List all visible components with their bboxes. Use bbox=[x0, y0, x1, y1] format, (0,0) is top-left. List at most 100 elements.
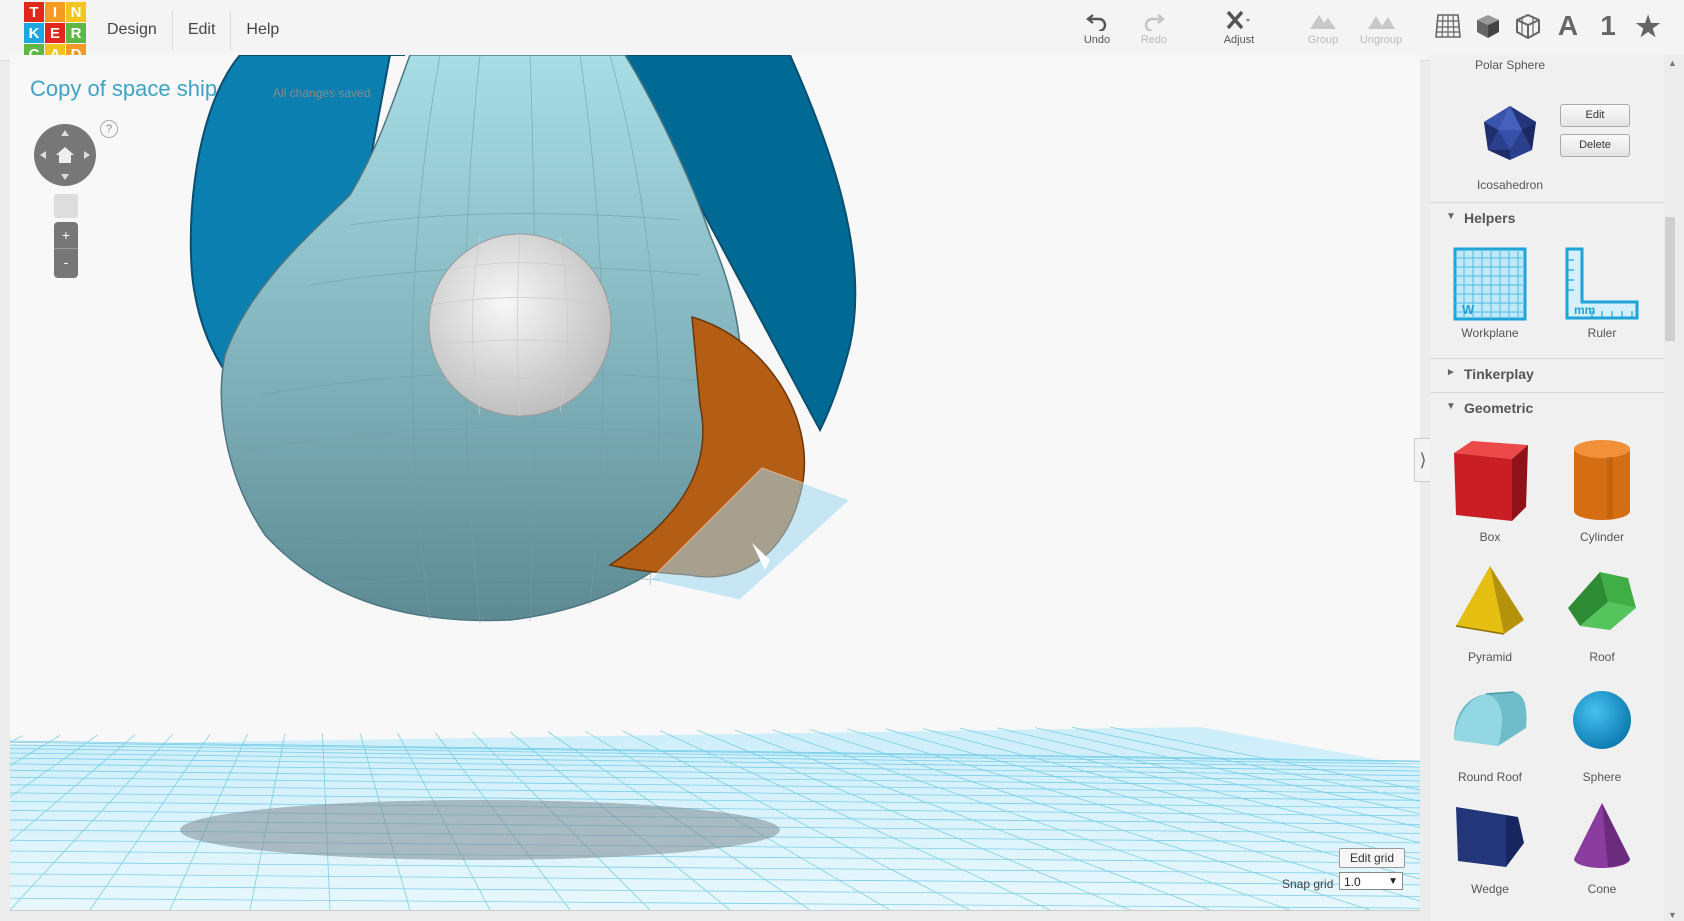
wireframe-cube-icon[interactable] bbox=[1512, 10, 1544, 42]
help-icon[interactable]: ? bbox=[100, 120, 118, 138]
sphere-label: Sphere bbox=[1582, 770, 1622, 784]
snap-grid-label: Snap grid bbox=[1282, 877, 1334, 891]
workplane-icon: W bbox=[1434, 244, 1546, 324]
top-toolbar: TINKERCAD Design Edit Help Undo Redo Adj… bbox=[0, 0, 1684, 64]
snap-grid-select[interactable]: 1.0 ▼ bbox=[1339, 872, 1403, 890]
section-geometric-label: Geometric bbox=[1464, 400, 1534, 416]
logo-tile: T bbox=[24, 2, 44, 22]
adjust-label: Adjust bbox=[1223, 34, 1255, 46]
view-toolbar: A 1 ★ bbox=[1432, 10, 1664, 42]
section-geometric[interactable]: ▼ Geometric bbox=[1430, 392, 1664, 425]
ungroup-label: Ungroup bbox=[1359, 34, 1403, 46]
grid-view-icon[interactable] bbox=[1432, 10, 1464, 42]
adjust-icon bbox=[1209, 8, 1269, 34]
ruler-icon: mm bbox=[1546, 244, 1658, 324]
view-cube-icon[interactable] bbox=[54, 194, 78, 218]
collapsed-triangle-icon: ► bbox=[1446, 367, 1456, 378]
scrollbar-thumb[interactable] bbox=[1665, 217, 1675, 341]
shape-cone[interactable]: Cone bbox=[1546, 792, 1658, 896]
shape-pyramid[interactable]: Pyramid bbox=[1434, 552, 1546, 664]
workplane-label: Workplane bbox=[1461, 326, 1519, 340]
edit-grid-button[interactable]: Edit grid bbox=[1339, 848, 1405, 868]
svg-text:W: W bbox=[1462, 302, 1475, 317]
solid-cube-icon[interactable] bbox=[1472, 10, 1504, 42]
design-canvas[interactable] bbox=[10, 55, 1420, 911]
logo-tile: E bbox=[45, 23, 65, 43]
shadow bbox=[180, 800, 780, 860]
group-label: Group bbox=[1307, 34, 1339, 46]
roof-icon bbox=[1546, 552, 1658, 648]
zoom-in-button[interactable]: + bbox=[54, 222, 78, 248]
wedge-icon bbox=[1434, 792, 1546, 880]
collapse-panel-button[interactable]: ⟩ bbox=[1414, 438, 1431, 482]
scroll-down-icon[interactable]: ▼ bbox=[1668, 910, 1677, 920]
cone-icon bbox=[1546, 792, 1658, 880]
expanded-triangle-icon: ▼ bbox=[1446, 211, 1456, 222]
logo-tile: I bbox=[45, 2, 65, 22]
section-helpers[interactable]: ▼ Helpers bbox=[1430, 202, 1664, 235]
section-helpers-label: Helpers bbox=[1464, 210, 1516, 226]
icosahedron-thumbnail[interactable] bbox=[1480, 104, 1540, 167]
ungroup-button[interactable]: Ungroup bbox=[1351, 8, 1411, 52]
dropdown-arrow-icon: ▼ bbox=[1388, 876, 1398, 887]
logo-tile: R bbox=[66, 23, 86, 43]
ruler-label: Ruler bbox=[1587, 326, 1617, 340]
cylinder-icon bbox=[1546, 432, 1658, 528]
undo-button[interactable]: Undo bbox=[1067, 8, 1127, 52]
menu-design[interactable]: Design bbox=[92, 10, 173, 50]
cockpit-sphere[interactable] bbox=[428, 233, 612, 417]
orbit-control[interactable] bbox=[34, 124, 96, 186]
snap-grid-value: 1.0 bbox=[1344, 875, 1361, 889]
scroll-up-icon[interactable]: ▲ bbox=[1668, 58, 1677, 68]
star-icon[interactable]: ★ bbox=[1632, 10, 1664, 42]
box-label: Box bbox=[1479, 530, 1501, 544]
edit-shape-button[interactable]: Edit bbox=[1560, 104, 1630, 127]
undo-icon bbox=[1067, 8, 1127, 34]
number-shape-icon[interactable]: 1 bbox=[1592, 10, 1624, 42]
shape-workplane[interactable]: W Workplane bbox=[1434, 244, 1546, 340]
pyramid-icon bbox=[1434, 552, 1546, 648]
redo-icon bbox=[1124, 8, 1184, 34]
redo-label: Redo bbox=[1140, 34, 1168, 46]
zoom-control: + - bbox=[54, 222, 78, 278]
wedge-label: Wedge bbox=[1471, 882, 1509, 896]
delete-shape-button[interactable]: Delete bbox=[1560, 134, 1630, 157]
pyramid-label: Pyramid bbox=[1467, 650, 1512, 664]
panel-scrollbar[interactable]: ▲ ▼ bbox=[1664, 55, 1684, 921]
redo-button[interactable]: Redo bbox=[1124, 8, 1184, 52]
svg-text:mm: mm bbox=[1574, 303, 1595, 317]
undo-label: Undo bbox=[1083, 34, 1111, 46]
adjust-button[interactable]: Adjust bbox=[1209, 8, 1269, 52]
section-tinkerplay[interactable]: ► Tinkerplay bbox=[1430, 358, 1664, 391]
main-menu: Design Edit Help bbox=[92, 0, 294, 60]
icosahedron-label: Icosahedron bbox=[1476, 178, 1544, 192]
shape-sphere[interactable]: Sphere bbox=[1546, 672, 1658, 784]
box-icon bbox=[1434, 432, 1546, 528]
shape-roof[interactable]: Roof bbox=[1546, 552, 1658, 664]
shape-round-roof[interactable]: Round Roof bbox=[1434, 672, 1546, 784]
section-tinkerplay-label: Tinkerplay bbox=[1464, 366, 1534, 382]
ungroup-icon bbox=[1351, 8, 1411, 34]
shape-ruler[interactable]: mm Ruler bbox=[1546, 244, 1658, 340]
round-roof-label: Round Roof bbox=[1457, 770, 1523, 784]
shape-wedge[interactable]: Wedge bbox=[1434, 792, 1546, 896]
workplane-grid[interactable] bbox=[10, 726, 1420, 910]
menu-edit[interactable]: Edit bbox=[173, 10, 232, 50]
group-icon bbox=[1293, 8, 1353, 34]
home-icon[interactable] bbox=[56, 147, 74, 163]
expanded-triangle-icon: ▼ bbox=[1446, 401, 1456, 412]
group-button[interactable]: Group bbox=[1293, 8, 1353, 52]
logo-tile: N bbox=[66, 2, 86, 22]
shape-box[interactable]: Box bbox=[1434, 432, 1546, 544]
shape-cylinder[interactable]: Cylinder bbox=[1546, 432, 1658, 544]
save-status: All changes saved bbox=[273, 86, 371, 100]
text-shape-icon[interactable]: A bbox=[1552, 10, 1584, 42]
design-title[interactable]: Copy of space ship bbox=[30, 76, 217, 102]
zoom-out-button[interactable]: - bbox=[54, 248, 78, 275]
menu-help[interactable]: Help bbox=[231, 10, 294, 50]
scene-3d[interactable] bbox=[10, 55, 1420, 910]
sphere-icon bbox=[1546, 672, 1658, 768]
roof-label: Roof bbox=[1589, 650, 1615, 664]
cone-label: Cone bbox=[1587, 882, 1617, 896]
round-roof-icon bbox=[1434, 672, 1546, 768]
